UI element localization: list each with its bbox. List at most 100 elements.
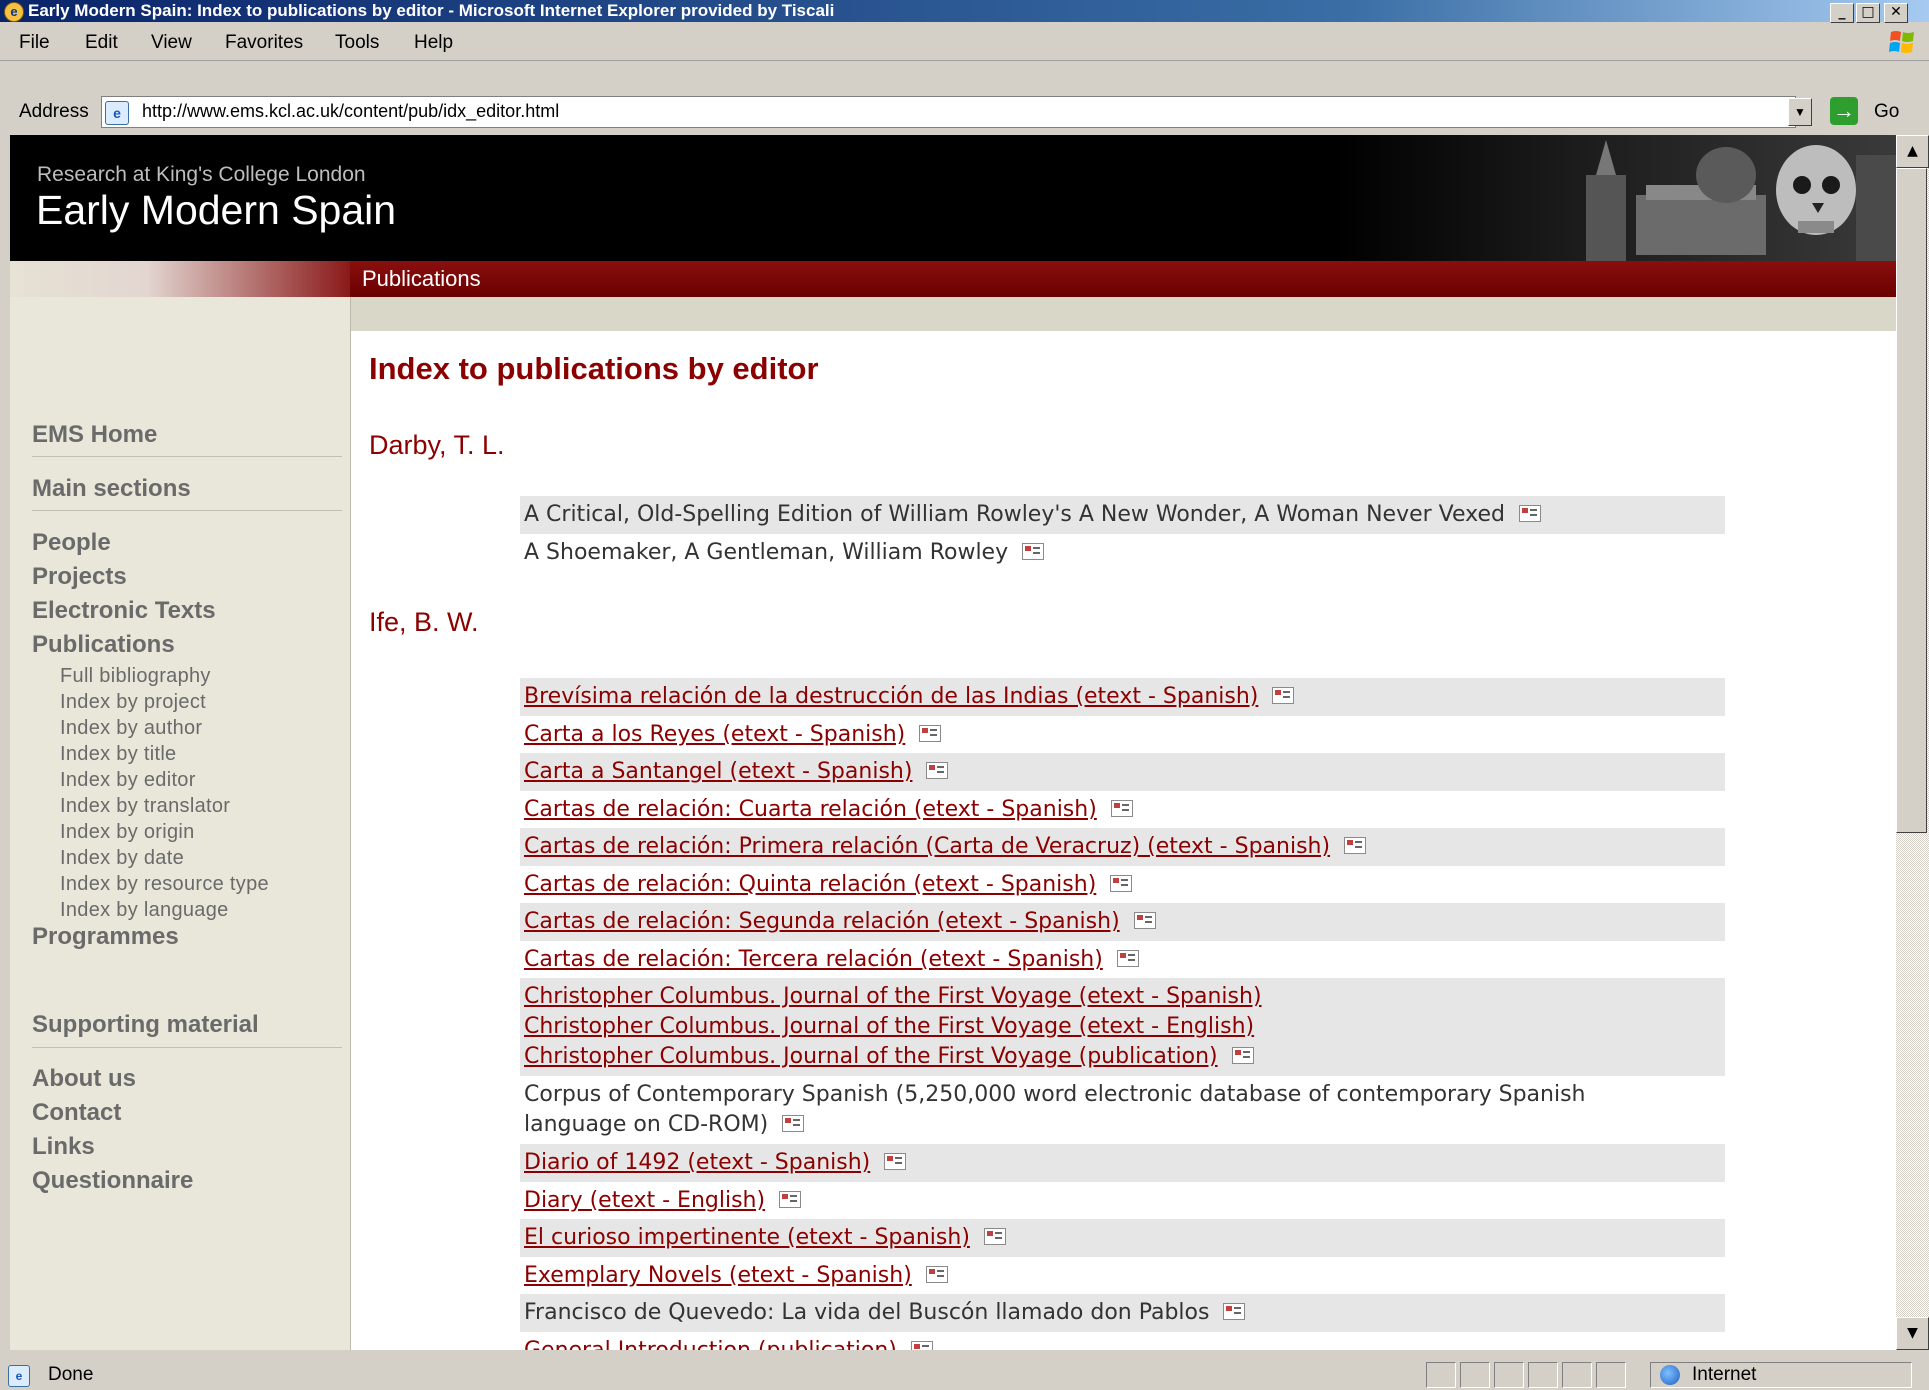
record-icon[interactable] xyxy=(1022,542,1045,560)
sidebar-item-contact[interactable]: Contact xyxy=(32,1099,121,1127)
banner-title[interactable]: Early Modern Spain xyxy=(36,187,396,234)
page-done-icon: e xyxy=(8,1365,30,1387)
window-title: Early Modern Spain: Index to publication… xyxy=(28,1,835,20)
record-icon[interactable] xyxy=(1272,686,1295,704)
sidebar-subitem-index-by-date[interactable]: Index by date xyxy=(60,847,184,870)
record-icon[interactable] xyxy=(1116,949,1139,967)
record-icon[interactable] xyxy=(925,1265,948,1283)
status-panel xyxy=(1562,1362,1592,1388)
record-icon[interactable] xyxy=(1231,1046,1254,1064)
record-icon[interactable] xyxy=(1344,836,1367,854)
sidebar-subitem-index-by-project[interactable]: Index by project xyxy=(60,691,206,714)
menu-favorites[interactable]: Favorites xyxy=(225,32,303,54)
section-title: Publications xyxy=(362,266,481,291)
menu-help[interactable]: Help xyxy=(414,32,453,54)
sidebar-item-links[interactable]: Links xyxy=(32,1133,95,1161)
sidebar-item-publications[interactable]: Publications xyxy=(32,631,175,659)
publication-link[interactable]: Cartas de relación: Segunda relación (et… xyxy=(524,909,1120,934)
status-panel xyxy=(1596,1362,1626,1388)
publication-link[interactable]: Cartas de relación: Cuarta relación (ete… xyxy=(524,797,1097,822)
menu-bar: File Edit View Favorites Tools Help xyxy=(0,24,1929,61)
scroll-down-button[interactable]: ▼ xyxy=(1896,1317,1929,1350)
record-icon[interactable] xyxy=(926,761,949,779)
address-input[interactable]: e http://www.ems.kcl.ac.uk/content/pub/i… xyxy=(101,96,1796,128)
sidebar-item-about-us[interactable]: About us xyxy=(32,1065,136,1093)
publication-link[interactable]: Christopher Columbus. Journal of the Fir… xyxy=(524,1044,1218,1069)
status-panel xyxy=(1460,1362,1490,1388)
publication-link[interactable]: Cartas de relación: Primera relación (Ca… xyxy=(524,834,1330,859)
go-button[interactable]: → Go xyxy=(1830,97,1899,127)
record-icon[interactable] xyxy=(1110,874,1133,892)
publication-link[interactable]: Cartas de relación: Tercera relación (et… xyxy=(524,947,1103,972)
menu-tools[interactable]: Tools xyxy=(335,32,379,54)
sidebar-divider xyxy=(32,1047,342,1048)
publication-link[interactable]: Christopher Columbus. Journal of the Fir… xyxy=(524,1014,1254,1039)
list-item: Brevísima relación de la destrucción de … xyxy=(520,678,1725,716)
list-item: Exemplary Novels (etext - Spanish) xyxy=(520,1257,1725,1294)
sidebar-subitem-index-by-origin[interactable]: Index by origin xyxy=(60,821,195,844)
sidebar-subitem-index-by-editor[interactable]: Index by editor xyxy=(60,769,196,792)
address-dropdown-button[interactable]: ▼ xyxy=(1788,98,1812,126)
status-panel xyxy=(1494,1362,1524,1388)
sidebar-item-people[interactable]: People xyxy=(32,529,111,557)
publication-link[interactable]: Christopher Columbus. Journal of the Fir… xyxy=(524,984,1262,1009)
publication-link[interactable]: Carta a Santangel (etext - Spanish) xyxy=(524,759,912,784)
scroll-up-button[interactable]: ▲ xyxy=(1896,135,1929,168)
sidebar-item-ems-home[interactable]: EMS Home xyxy=(32,421,157,449)
record-icon[interactable] xyxy=(782,1114,805,1132)
record-icon[interactable] xyxy=(1133,911,1156,929)
scroll-thumb[interactable] xyxy=(1896,168,1927,833)
publication-link[interactable]: Brevísima relación de la destrucción de … xyxy=(524,684,1258,709)
address-label: Address xyxy=(19,101,89,122)
publication-link[interactable]: General Introduction (publication) xyxy=(524,1338,897,1350)
sidebar-item-programmes[interactable]: Programmes xyxy=(32,923,179,951)
sidebar-subitem-index-by-title[interactable]: Index by title xyxy=(60,743,177,766)
windows-logo-icon xyxy=(1889,31,1914,53)
publication-link[interactable]: El curioso impertinente (etext - Spanish… xyxy=(524,1225,970,1250)
sidebar-item-projects[interactable]: Projects xyxy=(32,563,127,591)
publication-link[interactable]: Carta a los Reyes (etext - Spanish) xyxy=(524,722,905,747)
record-icon[interactable] xyxy=(1110,799,1133,817)
sidebar-item-supporting-material[interactable]: Supporting material xyxy=(32,1011,259,1039)
menu-file[interactable]: File xyxy=(19,32,50,54)
sidebar-subitem-index-by-language[interactable]: Index by language xyxy=(60,899,229,922)
sidebar-subitem-index-by-resource-type[interactable]: Index by resource type xyxy=(60,873,269,896)
banner-still-life-image xyxy=(1336,135,1896,261)
sidebar-item-main-sections[interactable]: Main sections xyxy=(32,475,191,503)
record-icon[interactable] xyxy=(919,724,942,742)
page-title: Index to publications by editor xyxy=(369,351,819,386)
record-icon[interactable] xyxy=(983,1227,1006,1245)
page-icon: e xyxy=(105,101,129,125)
list-item: Francisco de Quevedo: La vida del Buscón… xyxy=(520,1294,1725,1332)
record-icon[interactable] xyxy=(1519,504,1542,522)
status-bar: e Done Internet xyxy=(0,1360,1929,1390)
list-item: General Introduction (publication) xyxy=(520,1332,1725,1350)
record-icon[interactable] xyxy=(1223,1302,1246,1320)
menu-view[interactable]: View xyxy=(151,32,192,54)
sidebar-item-questionnaire[interactable]: Questionnaire xyxy=(32,1167,193,1195)
publication-link[interactable]: Exemplary Novels (etext - Spanish) xyxy=(524,1263,912,1288)
list-item: El curioso impertinente (etext - Spanish… xyxy=(520,1219,1725,1257)
address-bar: Address e http://www.ems.kcl.ac.uk/conte… xyxy=(0,94,1929,130)
sidebar-subitem-index-by-author[interactable]: Index by author xyxy=(60,717,202,740)
minimize-button[interactable]: _ xyxy=(1830,3,1854,23)
list-item: Christopher Columbus. Journal of the Fir… xyxy=(520,978,1725,1076)
sidebar-subitem-index-by-translator[interactable]: Index by translator xyxy=(60,795,230,818)
list-item: A Shoemaker, A Gentleman, William Rowley xyxy=(520,534,1725,572)
status-panel xyxy=(1528,1362,1558,1388)
vertical-scrollbar[interactable]: ▲ ▼ xyxy=(1896,135,1929,1350)
record-icon[interactable] xyxy=(884,1152,907,1170)
record-icon[interactable] xyxy=(910,1340,933,1350)
sidebar-item-electronic-texts[interactable]: Electronic Texts xyxy=(32,597,216,625)
close-button[interactable]: ✕ xyxy=(1884,3,1908,23)
publication-link[interactable]: Diario of 1492 (etext - Spanish) xyxy=(524,1150,870,1175)
content-header-strip xyxy=(350,297,1896,331)
go-arrow-icon: → xyxy=(1830,97,1858,125)
menu-edit[interactable]: Edit xyxy=(85,32,118,54)
sidebar-subitem-full-bibliography[interactable]: Full bibliography xyxy=(60,665,211,688)
publication-link[interactable]: Diary (etext - English) xyxy=(524,1188,765,1213)
publication-link[interactable]: Cartas de relación: Quinta relación (ete… xyxy=(524,872,1096,897)
address-url[interactable]: http://www.ems.kcl.ac.uk/content/pub/idx… xyxy=(142,101,559,122)
record-icon[interactable] xyxy=(779,1190,802,1208)
maximize-button[interactable]: □ xyxy=(1856,3,1880,23)
